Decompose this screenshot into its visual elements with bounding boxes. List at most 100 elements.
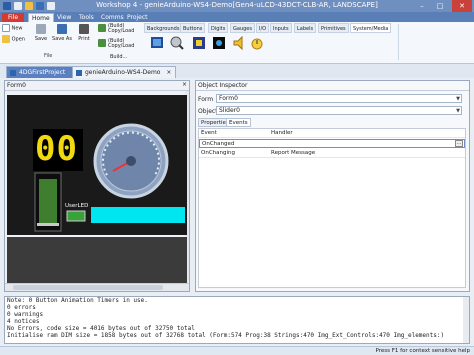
doc-tab-ws4-demo[interactable]: genieArduino-WS4-Demo ×: [72, 66, 177, 78]
events-grid: Event Handler OnChanged … OnChanging Rep…: [198, 128, 466, 288]
new-button[interactable]: New: [2, 24, 23, 32]
window-title: Workshop 4 - genieArduino-WS4-Demo[Gen4-…: [96, 1, 378, 9]
chevron-down-icon: ▼: [456, 96, 460, 102]
menu-tab-project[interactable]: Project: [124, 13, 151, 22]
save-as-label: Save As: [52, 36, 72, 42]
sound-widget-icon[interactable]: [232, 35, 246, 51]
ribbon-empty-area: [398, 24, 470, 60]
doc-tab-label: genieArduino-WS4-Demo: [85, 69, 161, 76]
video-widget-icon[interactable]: [192, 35, 206, 51]
save-label: Save: [34, 36, 48, 42]
display-canvas[interactable]: 00 UserLED: [7, 95, 187, 235]
slider-fill: [39, 179, 57, 223]
close-button[interactable]: ✕: [452, 0, 472, 12]
object-select-value: Slider0: [219, 107, 240, 114]
grid-header-row: Event Handler: [199, 129, 465, 138]
output-scrollbar[interactable]: [463, 297, 469, 343]
print-button[interactable]: Print: [76, 24, 92, 42]
minimize-button[interactable]: –: [414, 0, 430, 12]
build-extra-label: Build...: [110, 54, 128, 60]
widget-tab-system-media[interactable]: System/Media: [350, 23, 392, 33]
table-row[interactable]: OnChanged …: [199, 139, 465, 148]
output-line: 0 warnings: [7, 311, 44, 318]
open-button[interactable]: Open: [2, 35, 25, 43]
build-copy-button[interactable]: (Build) Copy/Load: [98, 24, 138, 34]
build-load-icon: [98, 39, 106, 47]
userled-widget: [66, 210, 86, 222]
save-button[interactable]: Save: [34, 24, 48, 42]
form-panel: Form0 × 00 UserLED: [4, 80, 190, 292]
printer-icon: [79, 24, 89, 34]
status-bar: Press F1 for context sensitive help: [0, 346, 474, 355]
status-help-text: Press F1 for context sensitive help: [375, 348, 470, 354]
digits-value[interactable]: 00: [35, 129, 78, 169]
widget-tab-backgrounds[interactable]: Backgrounds: [144, 23, 183, 33]
print-label: Print: [78, 36, 90, 42]
ribbon: New Open Save Save As Print File (Build)…: [0, 22, 474, 64]
output-line: Note: 0 Button Animation Timers in use.: [7, 297, 148, 304]
menu-tab-view[interactable]: View: [54, 13, 74, 22]
close-tab-icon[interactable]: ×: [166, 69, 171, 76]
canvas-widgets: [33, 123, 185, 232]
table-row[interactable]: OnChanging Report Message: [199, 149, 465, 158]
output-line: 0 errors: [7, 304, 36, 311]
project-icon: [10, 70, 16, 76]
widget-tab-digits[interactable]: Digits: [208, 23, 229, 33]
event-name: OnChanged: [202, 141, 235, 147]
form-panel-title: Form0: [5, 81, 189, 91]
widget-icon-row: [146, 35, 276, 55]
save-disk-icon: [36, 24, 46, 34]
image-list-widget-icon[interactable]: [212, 35, 226, 51]
output-line: 4 notices: [7, 318, 40, 325]
panel-close-icon[interactable]: ×: [182, 81, 187, 88]
widget-tab-inputs[interactable]: Inputs: [270, 23, 292, 33]
chevron-down-icon: ▼: [456, 108, 460, 114]
widget-tab-primitives[interactable]: Primitives: [318, 23, 349, 33]
build-copy-button-2[interactable]: (Build) Copy/Load: [98, 39, 138, 49]
magnifier-widget-icon[interactable]: [170, 35, 184, 51]
widget-tab-io[interactable]: I/O: [256, 23, 270, 33]
save-as-icon: [57, 24, 67, 34]
output-line: No Errors, code size = 4016 bytes out of…: [7, 325, 195, 332]
form-workspace: [7, 237, 187, 283]
inspector-title: Object Inspector: [196, 81, 469, 91]
new-icon: [2, 24, 10, 32]
ellipsis-button[interactable]: …: [455, 140, 463, 147]
timer-widget-icon[interactable]: [250, 35, 264, 51]
image-widget-icon[interactable]: [150, 35, 164, 51]
maximize-button[interactable]: □: [432, 0, 448, 12]
tab-events[interactable]: Events: [226, 118, 251, 127]
new-label: New: [11, 25, 23, 32]
menu-bar: File Home View Tools Comms Project: [0, 12, 474, 22]
widget-tab-gauges[interactable]: Gauges: [230, 23, 255, 33]
object-label: Object: [198, 108, 218, 115]
widget-tab-labels[interactable]: Labels: [294, 23, 317, 33]
save-as-button[interactable]: Save As: [52, 24, 72, 42]
form-select-value: Form0: [219, 95, 238, 102]
event-handler[interactable]: Report Message: [271, 149, 315, 158]
widget-tab-buttons[interactable]: Buttons: [180, 23, 206, 33]
grid-header-event: Event: [201, 130, 217, 136]
menu-tab-file[interactable]: File: [2, 13, 24, 22]
menu-tab-tools[interactable]: Tools: [76, 13, 97, 22]
doc-tab-first-project[interactable]: 4DGFirstProject ×: [6, 66, 82, 78]
output-line: Initialise ram DIM size = 1858 bytes out…: [7, 332, 445, 339]
doc-tab-label: 4DGFirstProject: [19, 69, 66, 76]
object-inspector: Object Inspector Form Form0 ▼ Object Sli…: [195, 80, 470, 292]
menu-tab-comms[interactable]: Comms: [98, 13, 127, 22]
form-horizontal-scrollbar[interactable]: [5, 283, 189, 291]
output-panel[interactable]: Note: 0 Button Animation Timers in use. …: [4, 296, 470, 344]
event-name: OnChanging: [201, 150, 235, 156]
form-select[interactable]: Form0 ▼: [216, 94, 462, 103]
string-widget: [91, 207, 185, 223]
gauge-hub: [126, 156, 136, 166]
document-tab-strip: 4DGFirstProject × genieArduino-WS4-Demo …: [0, 64, 474, 78]
build-icon: [98, 24, 106, 32]
open-folder-icon: [2, 35, 10, 43]
title-bar: Workshop 4 - genieArduino-WS4-Demo[Gen4-…: [0, 0, 474, 12]
project-icon: [76, 70, 82, 76]
slider-thumb: [37, 223, 59, 226]
object-select[interactable]: Slider0 ▼: [216, 106, 462, 115]
menu-tab-home[interactable]: Home: [28, 13, 54, 22]
file-group-label: File: [44, 53, 53, 59]
